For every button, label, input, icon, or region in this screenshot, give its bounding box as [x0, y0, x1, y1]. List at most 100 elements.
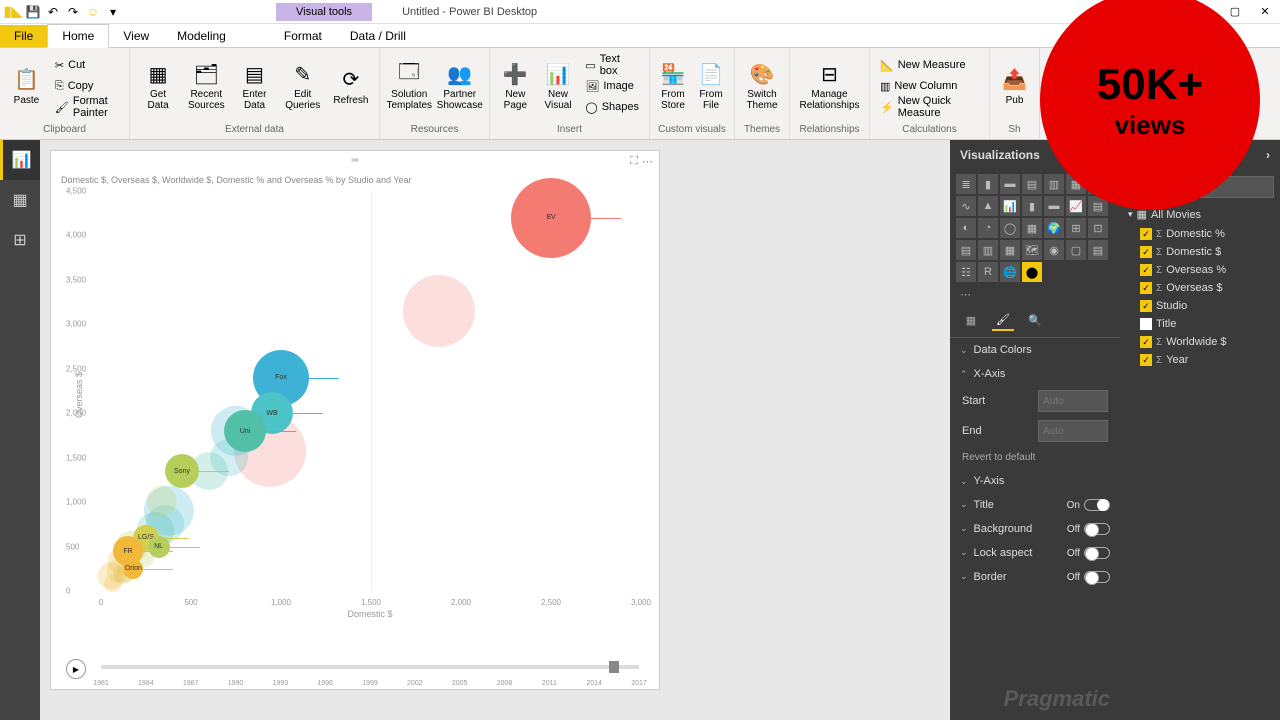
play-button[interactable]: ▶: [66, 659, 86, 679]
field-item[interactable]: ✓ΣDomestic $: [1120, 243, 1280, 261]
background-section[interactable]: ⌄BackgroundOff: [950, 517, 1120, 541]
viz-type-icon[interactable]: ▦: [1022, 218, 1042, 238]
refresh-button[interactable]: ⟳Refresh: [329, 52, 373, 120]
checkbox-icon[interactable]: ✓: [1140, 282, 1152, 294]
shapes-button[interactable]: ◯Shapes: [581, 97, 643, 117]
new-visual-button[interactable]: 📊New Visual: [539, 52, 578, 120]
solution-templates-button[interactable]: 🗔Solution Templates: [386, 52, 433, 120]
model-view-button[interactable]: ⊞: [0, 220, 40, 260]
cut-button[interactable]: ✂Cut: [51, 55, 123, 75]
close-button[interactable]: ✕: [1250, 0, 1280, 23]
viz-type-icon[interactable]: ⬤: [1022, 262, 1042, 282]
viz-type-icon[interactable]: ⊡: [1088, 218, 1108, 238]
field-item[interactable]: ✓ΣWorldwide $: [1120, 333, 1280, 351]
data-bubble[interactable]: Orion: [123, 559, 143, 579]
more-options-icon[interactable]: ⋯: [642, 155, 653, 168]
field-item[interactable]: ✓Studio: [1120, 297, 1280, 315]
scatter-chart-visual[interactable]: ═ ⛶ ⋯ Domestic $, Overseas $, Worldwide …: [50, 150, 660, 690]
viz-type-icon[interactable]: 📊: [1000, 196, 1020, 216]
from-store-button[interactable]: 🏪From Store: [656, 52, 690, 120]
format-painter-button[interactable]: 🖌Format Painter: [51, 97, 123, 117]
data-bubble[interactable]: Uni: [224, 410, 266, 452]
viz-type-icon[interactable]: ≣: [956, 174, 976, 194]
format-tab-panel[interactable]: 🖌: [992, 309, 1014, 331]
switch-theme-button[interactable]: 🎨Switch Theme: [741, 52, 783, 120]
recent-sources-button[interactable]: 🗂Recent Sources: [184, 52, 228, 120]
viz-type-icon[interactable]: ◉: [1044, 240, 1064, 260]
manage-relationships-button[interactable]: ⊟Manage Relationships: [796, 52, 863, 120]
analytics-tab[interactable]: 🔍: [1024, 309, 1046, 331]
redo-icon[interactable]: ↷: [64, 3, 82, 21]
edit-queries-button[interactable]: ✎Edit Queries: [281, 52, 325, 120]
more-visuals-icon[interactable]: ⋯: [950, 286, 1120, 303]
report-view-button[interactable]: 📊: [0, 140, 40, 180]
field-item[interactable]: ✓ΣDomestic %: [1120, 225, 1280, 243]
viz-type-icon[interactable]: ▤: [1022, 174, 1042, 194]
field-item[interactable]: Title: [1120, 315, 1280, 333]
y-axis-section[interactable]: ⌄Y-Axis: [950, 469, 1120, 493]
viz-type-icon[interactable]: ▤: [1088, 240, 1108, 260]
viz-type-icon[interactable]: ◐: [956, 218, 976, 238]
undo-icon[interactable]: ↶: [44, 3, 62, 21]
border-section[interactable]: ⌄BorderOff: [950, 565, 1120, 589]
viz-type-icon[interactable]: ⊞: [1066, 218, 1086, 238]
viz-type-icon[interactable]: R: [978, 262, 998, 282]
checkbox-icon[interactable]: ✓: [1140, 246, 1152, 258]
data-drill-tab[interactable]: Data / Drill: [336, 25, 420, 47]
view-tab[interactable]: View: [109, 25, 163, 47]
textbox-button[interactable]: ▭Text box: [581, 55, 643, 75]
viz-type-icon[interactable]: ◔: [978, 218, 998, 238]
field-item[interactable]: ✓ΣOverseas $: [1120, 279, 1280, 297]
new-quick-measure-button[interactable]: ⚡New Quick Measure: [876, 97, 983, 117]
paste-button[interactable]: 📋Paste: [6, 52, 47, 120]
x-axis-end-input[interactable]: [1038, 420, 1108, 442]
save-icon[interactable]: 💾: [24, 3, 42, 21]
x-axis-section[interactable]: ⌃X-Axis: [950, 362, 1120, 386]
checkbox-icon[interactable]: ✓: [1140, 354, 1152, 366]
background-toggle[interactable]: [1084, 523, 1110, 535]
data-bubble[interactable]: BV: [511, 178, 591, 258]
viz-type-icon[interactable]: ▮: [1022, 196, 1042, 216]
viz-type-icon[interactable]: 🌍: [1044, 218, 1064, 238]
format-tab[interactable]: Format: [270, 25, 336, 47]
new-column-button[interactable]: ▥New Column: [876, 76, 983, 96]
checkbox-icon[interactable]: ✓: [1140, 264, 1152, 276]
checkbox-icon[interactable]: ✓: [1140, 300, 1152, 312]
quick-dropdown-icon[interactable]: ▾: [104, 3, 122, 21]
title-toggle[interactable]: [1084, 499, 1110, 511]
viz-type-icon[interactable]: 🗺: [1022, 240, 1042, 260]
viz-type-icon[interactable]: ☷: [956, 262, 976, 282]
new-page-button[interactable]: ➕New Page: [496, 52, 535, 120]
smiley-icon[interactable]: ☺: [84, 3, 102, 21]
viz-type-icon[interactable]: 🌐: [1000, 262, 1020, 282]
fields-tab[interactable]: ▦: [960, 309, 982, 331]
data-bubble[interactable]: NL: [148, 536, 170, 558]
home-tab[interactable]: Home: [47, 24, 109, 48]
from-file-button[interactable]: 📄From File: [694, 52, 728, 120]
viz-type-icon[interactable]: ∿: [956, 196, 976, 216]
viz-type-icon[interactable]: 📈: [1066, 196, 1086, 216]
image-button[interactable]: 🖼Image: [581, 76, 643, 96]
border-toggle[interactable]: [1084, 571, 1110, 583]
field-item[interactable]: ✓ΣOverseas %: [1120, 261, 1280, 279]
viz-type-icon[interactable]: ▤: [956, 240, 976, 260]
timeline-thumb[interactable]: [609, 661, 619, 673]
collapse-icon[interactable]: ›: [1266, 148, 1270, 162]
checkbox-icon[interactable]: ✓: [1140, 228, 1152, 240]
get-data-button[interactable]: ▦Get Data: [136, 52, 180, 120]
publish-button[interactable]: 📤Pub: [996, 52, 1033, 120]
viz-type-icon[interactable]: ▦: [1000, 240, 1020, 260]
data-bubble[interactable]: Sony: [165, 454, 199, 488]
file-tab[interactable]: File: [0, 25, 47, 47]
data-colors-section[interactable]: ⌄Data Colors: [950, 338, 1120, 362]
copy-button[interactable]: ⎘Copy: [51, 76, 123, 96]
viz-type-icon[interactable]: ▥: [1044, 174, 1064, 194]
focus-mode-icon[interactable]: ⛶: [630, 155, 638, 168]
title-section[interactable]: ⌄TitleOn: [950, 493, 1120, 517]
enter-data-button[interactable]: ▤Enter Data: [232, 52, 276, 120]
report-canvas[interactable]: ═ ⛶ ⋯ Domestic $, Overseas $, Worldwide …: [40, 140, 950, 720]
checkbox-icon[interactable]: [1140, 318, 1152, 330]
new-measure-button[interactable]: 📐New Measure: [876, 55, 983, 75]
viz-type-icon[interactable]: ▬: [1000, 174, 1020, 194]
play-axis-timeline[interactable]: ▶ 19811984198719901993199619992002200520…: [101, 651, 639, 681]
